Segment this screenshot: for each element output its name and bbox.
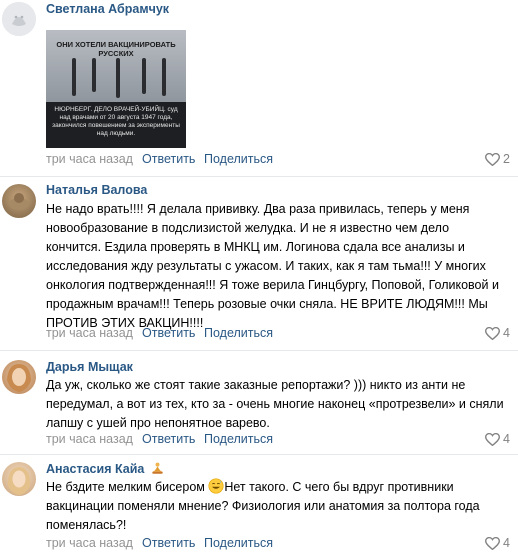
heart-icon xyxy=(485,152,501,167)
comment-text: Не надо врать!!!! Я делала прививку. Два… xyxy=(46,202,499,330)
comment-text-part: Не бздите мелким бисером xyxy=(46,480,209,494)
separator xyxy=(0,176,518,177)
comment-author-row: Анастасия Кайа xyxy=(46,462,164,476)
comment-time[interactable]: три часа назад xyxy=(46,432,133,446)
reply-button[interactable]: Ответить xyxy=(142,536,195,550)
comment-footer: три часа назад Ответить Поделиться 4 xyxy=(46,536,512,552)
comment-author[interactable]: Анастасия Кайа xyxy=(46,462,144,476)
avatar-photo xyxy=(7,467,31,495)
comment-text: Да уж, сколько же стоят такие заказные р… xyxy=(46,378,504,430)
heart-icon xyxy=(485,536,501,551)
comment-footer: три часа назад Ответить Поделиться 4 xyxy=(46,326,512,342)
smiling-emoji-icon xyxy=(208,478,224,494)
heart-icon xyxy=(485,326,501,341)
comment-time[interactable]: три часа назад xyxy=(46,326,133,340)
comment-time[interactable]: три часа назад xyxy=(46,152,133,166)
attachment-caption: НЮРНБЕРГ. ДЕЛО ВРАЧЕЙ-УБИЙЦ. суд над вра… xyxy=(52,106,180,137)
avatar-photo xyxy=(9,193,29,210)
separator xyxy=(0,454,518,455)
meditating-emoji-icon xyxy=(152,462,163,474)
default-avatar-icon xyxy=(2,2,36,36)
like-button[interactable]: 4 xyxy=(485,326,510,341)
share-button[interactable]: Поделиться xyxy=(204,326,273,340)
figure-silhouette xyxy=(92,58,96,92)
figure-silhouette xyxy=(72,58,76,96)
figure-silhouette xyxy=(142,58,146,94)
avatar-photo xyxy=(7,364,31,392)
avatar[interactable] xyxy=(2,462,36,496)
heart-icon xyxy=(485,432,501,447)
reply-button[interactable]: Ответить xyxy=(142,152,195,166)
reply-button[interactable]: Ответить xyxy=(142,326,195,340)
comment-text: Не бздите мелким бисером Нет такого. С ч… xyxy=(46,478,506,535)
reply-button[interactable]: Ответить xyxy=(142,432,195,446)
share-button[interactable]: Поделиться xyxy=(204,432,273,446)
separator xyxy=(0,350,518,351)
like-count: 4 xyxy=(503,432,510,446)
figure-silhouette xyxy=(162,58,166,96)
like-button[interactable]: 2 xyxy=(485,152,510,167)
comment-author[interactable]: Светлана Абрамчук xyxy=(46,2,169,16)
comment-2: Наталья Валова Не надо врать!!!! Я делал… xyxy=(0,180,518,350)
share-button[interactable]: Поделиться xyxy=(204,152,273,166)
like-button[interactable]: 4 xyxy=(485,536,510,551)
comment-footer: три часа назад Ответить Поделиться 2 xyxy=(46,152,512,168)
avatar[interactable] xyxy=(2,2,36,36)
like-button[interactable]: 4 xyxy=(485,432,510,447)
attachment-title: ОНИ ХОТЕЛИ ВАКЦИНИРОВАТЬ РУССКИХ xyxy=(56,40,176,58)
comment-1: Светлана Абрамчук ОНИ ХОТЕЛИ ВАКЦИНИРОВА… xyxy=(0,0,518,172)
avatar[interactable] xyxy=(2,360,36,394)
share-button[interactable]: Поделиться xyxy=(204,536,273,550)
comment-time[interactable]: три часа назад xyxy=(46,536,133,550)
like-count: 4 xyxy=(503,536,510,550)
comment-author[interactable]: Дарья Мыщак xyxy=(46,360,133,374)
attached-image[interactable]: ОНИ ХОТЕЛИ ВАКЦИНИРОВАТЬ РУССКИХ НЮРНБЕР… xyxy=(46,30,186,148)
comment-4: Анастасия Кайа Не бздите мелким бисером … xyxy=(0,456,518,554)
figure-silhouette xyxy=(116,58,120,98)
avatar[interactable] xyxy=(2,184,36,218)
comment-3: Дарья Мыщак Да уж, сколько же стоят таки… xyxy=(0,354,518,454)
comment-author[interactable]: Наталья Валова xyxy=(46,183,147,197)
like-count: 2 xyxy=(503,152,510,166)
like-count: 4 xyxy=(503,326,510,340)
comment-footer: три часа назад Ответить Поделиться 4 xyxy=(46,432,512,448)
